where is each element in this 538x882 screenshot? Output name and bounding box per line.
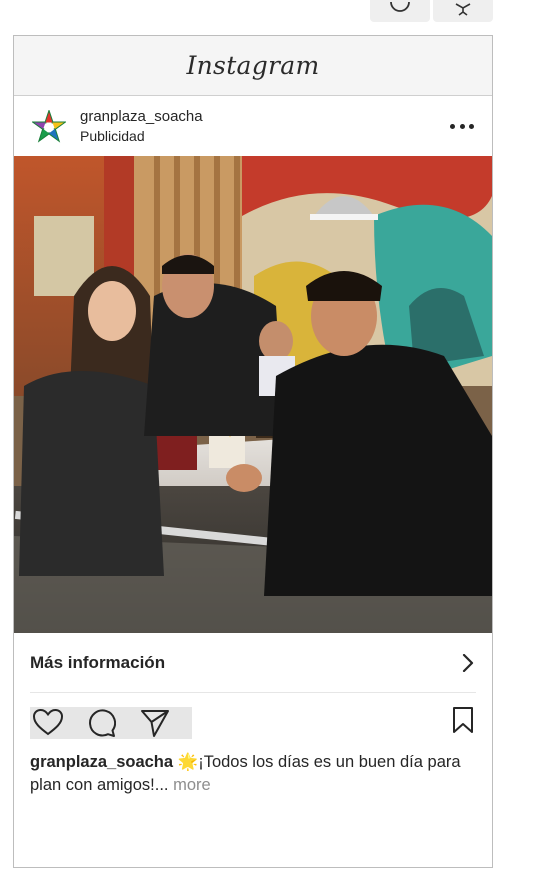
sponsored-label: Publicidad <box>80 128 145 144</box>
instagram-ad-preview: Instagram granplaza_soacha Publicidad Má… <box>13 35 493 868</box>
top-tool-button-2[interactable] <box>433 0 493 22</box>
post-image <box>14 156 492 633</box>
accessibility-icon <box>455 3 471 16</box>
top-tool-button-1[interactable] <box>370 0 430 22</box>
bookmark-icon[interactable] <box>452 706 474 734</box>
top-toolbar <box>370 0 493 22</box>
instagram-logo: Instagram <box>186 51 320 80</box>
caption-more-link[interactable]: more <box>173 776 211 794</box>
more-info-label: Más información <box>30 653 166 672</box>
heart-icon[interactable] <box>32 708 64 736</box>
caption-username[interactable]: granplaza_soacha <box>30 753 173 771</box>
circle-icon <box>390 2 410 12</box>
comment-icon[interactable] <box>86 708 116 738</box>
more-options-icon[interactable] <box>450 116 474 136</box>
avatar[interactable] <box>32 110 66 144</box>
more-info-bar[interactable]: Más información <box>30 633 476 693</box>
instagram-header: Instagram <box>14 36 492 96</box>
send-icon[interactable] <box>140 708 170 738</box>
chevron-right-icon <box>462 654 474 672</box>
caption-emoji: 🌟 <box>177 753 199 771</box>
post-header: granplaza_soacha Publicidad <box>14 96 492 156</box>
post-username[interactable]: granplaza_soacha <box>80 108 203 125</box>
post-caption: granplaza_soacha 🌟¡Todos los días es un … <box>30 751 476 797</box>
post-actions <box>30 693 476 739</box>
